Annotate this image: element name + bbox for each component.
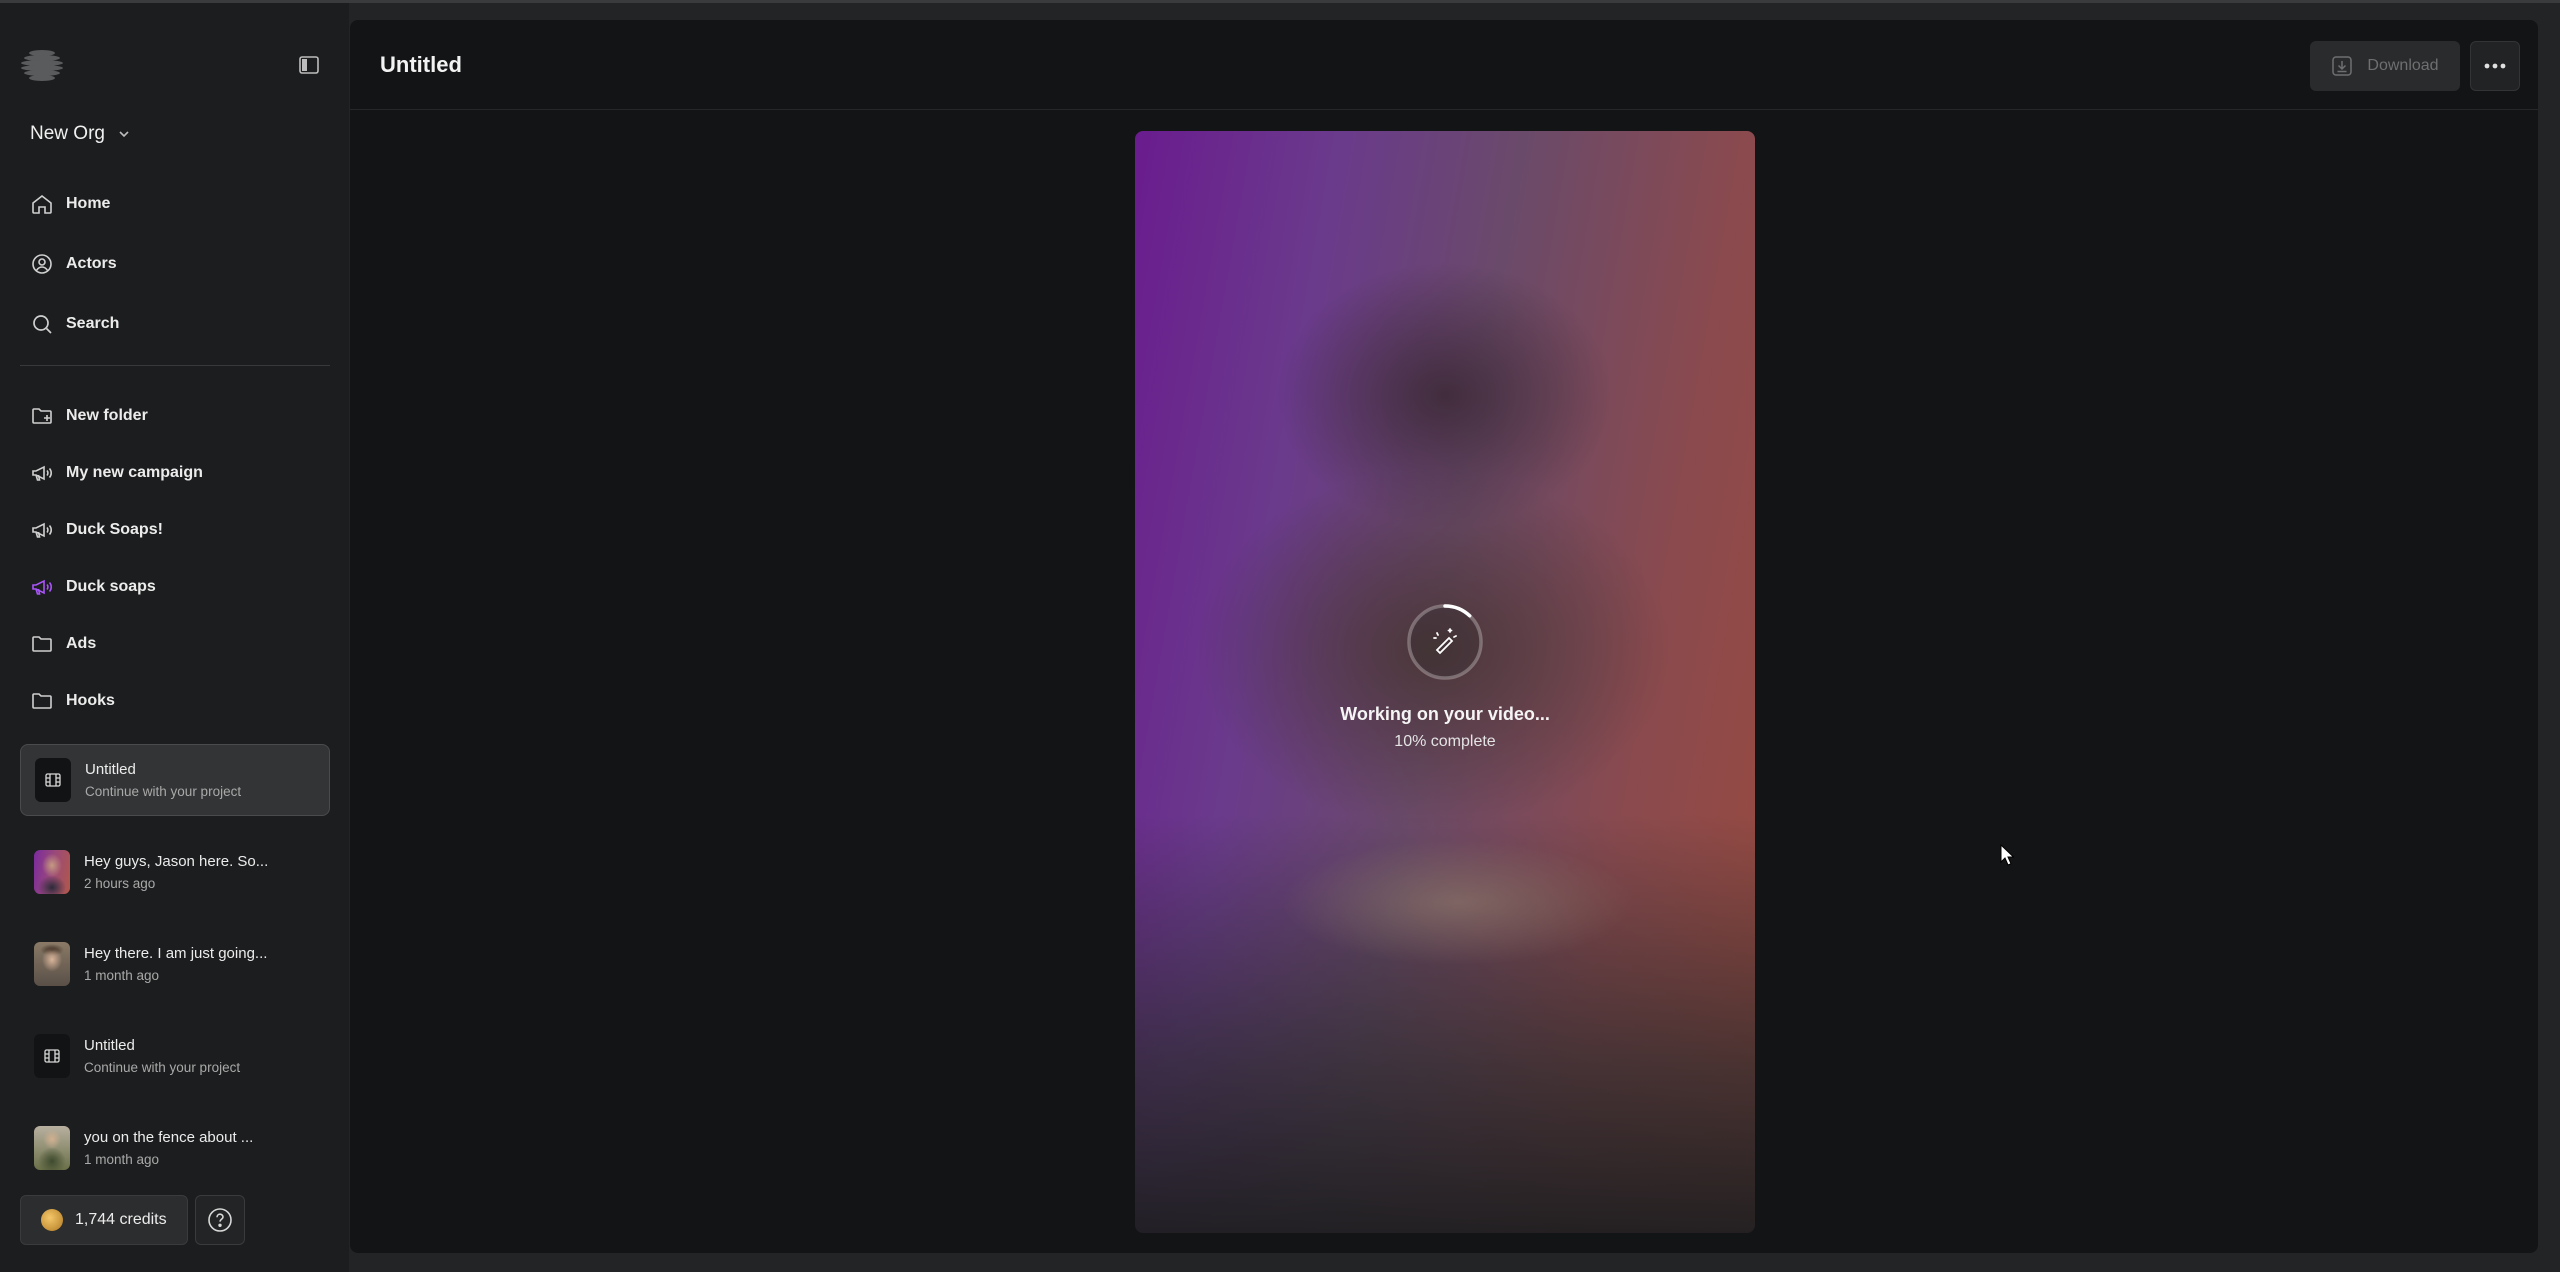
nav-search-label: Search	[66, 315, 120, 332]
project-subtitle: 2 hours ago	[84, 876, 156, 891]
project-title: Untitled	[85, 761, 136, 778]
folder-duck-soaps-1[interactable]: Duck Soaps!	[30, 510, 330, 550]
download-label: Download	[2367, 57, 2439, 74]
credits-label: 1,744 credits	[75, 1211, 167, 1228]
film-icon	[44, 1049, 60, 1063]
folder-label: My new campaign	[66, 464, 203, 481]
project-thumbnail	[34, 850, 70, 894]
folder-duck-soaps-2[interactable]: Duck soaps	[30, 567, 330, 607]
nav-home-label: Home	[66, 195, 111, 212]
folder-plus-icon	[32, 408, 52, 424]
help-button[interactable]	[195, 1195, 245, 1245]
home-icon	[32, 194, 52, 214]
progress-spinner	[1407, 604, 1483, 680]
mouse-cursor-icon	[2000, 844, 2014, 866]
collapse-sidebar-icon[interactable]	[297, 53, 321, 77]
page-title: Untitled	[380, 52, 462, 77]
folder-label: Hooks	[66, 692, 115, 709]
window-top-border	[0, 0, 2560, 3]
folder-ads[interactable]: Ads	[30, 624, 330, 664]
project-title: Hey there. I am just going...	[84, 945, 268, 962]
video-preview: Working on your video... 10% complete	[1135, 131, 1755, 1233]
folder-hooks[interactable]: Hooks	[30, 681, 330, 721]
folder-label: Duck Soaps!	[66, 521, 163, 538]
folder-label: Duck soaps	[66, 578, 156, 595]
download-icon	[2332, 56, 2353, 76]
header: Untitled Download	[350, 20, 2538, 110]
folder-my-new-campaign[interactable]: My new campaign	[30, 453, 330, 493]
project-item-untitled[interactable]: Untitled Continue with your project	[20, 1020, 330, 1092]
project-item-hey-there[interactable]: Hey there. I am just going... 1 month ag…	[20, 928, 330, 1000]
project-item-jason[interactable]: Hey guys, Jason here. So... 2 hours ago	[20, 836, 330, 908]
project-title: Untitled	[84, 1037, 135, 1054]
folder-icon	[32, 636, 52, 652]
logo	[21, 50, 63, 81]
project-thumbnail	[34, 1034, 70, 1078]
folder-new-folder[interactable]: New folder	[30, 396, 330, 436]
chevron-down-icon	[119, 131, 129, 138]
film-icon	[45, 773, 61, 787]
sidebar-divider	[20, 365, 330, 366]
megaphone-icon	[32, 465, 53, 481]
folder-label: New folder	[66, 407, 148, 424]
folder-icon	[32, 693, 52, 709]
more-horizontal-icon	[2484, 63, 2506, 69]
nav-actors[interactable]: Actors	[30, 244, 330, 284]
status-progress: 10% complete	[1394, 733, 1496, 750]
folder-label: Ads	[66, 635, 97, 652]
project-subtitle: 1 month ago	[84, 1152, 160, 1167]
org-switcher[interactable]: New Org	[30, 119, 131, 149]
project-item-fence[interactable]: you on the fence about ... 1 month ago	[20, 1112, 330, 1184]
nav-search[interactable]: Search	[30, 304, 330, 344]
megaphone-icon	[32, 579, 53, 595]
help-icon	[208, 1208, 232, 1232]
project-subtitle: Continue with your project	[84, 1060, 241, 1075]
nav-home[interactable]: Home	[30, 184, 330, 224]
project-item-untitled-active[interactable]: Untitled Continue with your project	[20, 744, 330, 816]
nav-actors-label: Actors	[66, 255, 117, 272]
processing-overlay: Working on your video... 10% complete	[1135, 602, 1755, 751]
project-thumbnail	[34, 1126, 70, 1170]
project-title: you on the fence about ...	[84, 1129, 254, 1146]
project-thumbnail	[35, 758, 71, 802]
project-title: Hey guys, Jason here. So...	[84, 853, 269, 870]
more-options-button[interactable]	[2470, 41, 2520, 91]
search-icon	[33, 315, 52, 334]
org-name: New Org	[30, 123, 105, 144]
download-button[interactable]: Download	[2310, 41, 2460, 91]
project-subtitle: Continue with your project	[85, 784, 242, 799]
sidebar: New Org Home Actors Search New folder My…	[0, 3, 349, 1272]
credits-button[interactable]: 1,744 credits	[20, 1195, 188, 1245]
user-circle-icon	[32, 254, 52, 274]
status-title: Working on your video...	[1340, 704, 1550, 724]
coin-icon	[41, 1209, 63, 1231]
main-panel: Untitled Download Working on your video.…	[350, 20, 2538, 1253]
megaphone-icon	[32, 522, 53, 538]
project-subtitle: 1 month ago	[84, 968, 160, 983]
project-thumbnail	[34, 942, 70, 986]
